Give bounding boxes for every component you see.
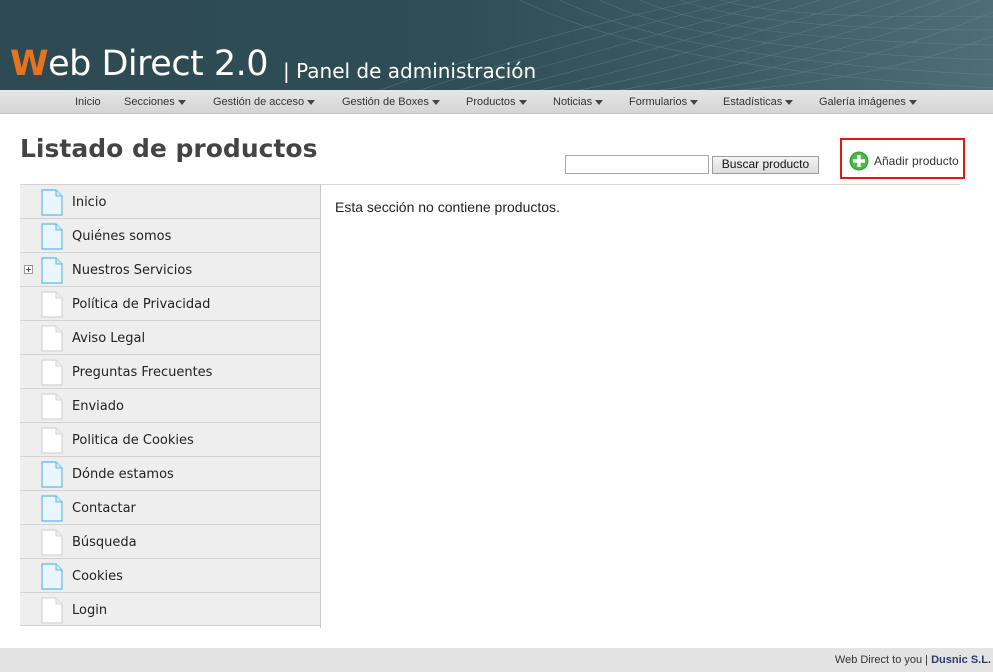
sidebar-item[interactable]: Preguntas Frecuentes bbox=[20, 354, 320, 388]
chevron-down-icon bbox=[690, 99, 699, 105]
header-subtitle: | Panel de administración bbox=[283, 59, 537, 83]
sidebar-item[interactable]: Política de Privacidad bbox=[20, 286, 320, 320]
page-blue-icon bbox=[41, 495, 63, 522]
page-tree: Inicio Quiénes somos Nuestros Servicios Pol… bbox=[20, 184, 321, 628]
sidebar-item-label: Política de Privacidad bbox=[72, 297, 211, 312]
page-blue-icon bbox=[41, 461, 63, 488]
sidebar-item-label: Enviado bbox=[72, 399, 124, 414]
sidebar-item-label: Login bbox=[72, 603, 108, 618]
footer-tagline: Web Direct to you | bbox=[834, 654, 929, 666]
nav-item-inicio[interactable]: Inicio bbox=[75, 90, 101, 114]
sidebar-item-label: Inicio bbox=[72, 195, 107, 210]
nav-item-label: Galería imágenes bbox=[819, 96, 906, 108]
empty-message: Esta sección no contiene productos. bbox=[335, 199, 560, 215]
sidebar-item[interactable]: Dónde estamos bbox=[20, 456, 320, 490]
sidebar-item-label: Contactar bbox=[72, 501, 136, 516]
page-blue-icon bbox=[41, 223, 63, 250]
nav-item-label: Formularios bbox=[629, 96, 688, 108]
sidebar-item[interactable]: Nuestros Servicios bbox=[20, 252, 320, 286]
page-white-icon bbox=[41, 597, 63, 624]
footer-company: Dusnic S.L. bbox=[931, 654, 991, 666]
search-button[interactable]: Buscar producto bbox=[712, 156, 819, 174]
sidebar-item-label: Dónde estamos bbox=[72, 467, 174, 482]
search-input[interactable] bbox=[565, 155, 709, 174]
page-white-icon bbox=[41, 291, 63, 318]
page-white-icon bbox=[41, 393, 63, 420]
expand-icon[interactable] bbox=[24, 265, 33, 274]
chevron-down-icon bbox=[518, 99, 527, 105]
nav-item-label: Estadísticas bbox=[723, 96, 783, 108]
sidebar-item[interactable]: Inicio bbox=[20, 184, 320, 218]
sidebar-item-label: Politica de Cookies bbox=[72, 433, 194, 448]
sidebar-item[interactable]: Aviso Legal bbox=[20, 320, 320, 354]
nav-item-label: Inicio bbox=[75, 96, 101, 108]
nav-item-label: Gestión de Boxes bbox=[342, 96, 429, 108]
logo-first-letter: W bbox=[10, 44, 49, 84]
sidebar-item-label: Preguntas Frecuentes bbox=[72, 365, 213, 380]
sidebar-item[interactable]: Quiénes somos bbox=[20, 218, 320, 252]
page-blue-icon bbox=[41, 563, 63, 590]
nav-item-productos[interactable]: Productos bbox=[466, 90, 527, 114]
sidebar-item-label: Cookies bbox=[72, 569, 123, 584]
add-product-button[interactable]: Añadir producto bbox=[840, 138, 965, 179]
nav-item-label: Productos bbox=[466, 96, 516, 108]
footer: Web Direct to you | Dusnic S.L. bbox=[0, 648, 993, 672]
footer-text: Web Direct to you | Dusnic S.L. bbox=[835, 653, 991, 667]
nav-item-galeria[interactable]: Galería imágenes bbox=[819, 90, 917, 114]
logo-text: eb Direct 2.0 bbox=[48, 44, 269, 84]
sidebar-item[interactable]: Búsqueda bbox=[20, 524, 320, 558]
sidebar-item-label: Búsqueda bbox=[72, 535, 137, 550]
page-title: Listado de productos bbox=[20, 134, 318, 163]
nav-item-label: Gestión de acceso bbox=[213, 96, 305, 108]
sidebar-item-label: Nuestros Servicios bbox=[72, 263, 193, 278]
header-banner: Web Direct 2.0 | Panel de administración bbox=[0, 0, 993, 90]
nav-item-gestion-boxes[interactable]: Gestión de Boxes bbox=[342, 90, 440, 114]
nav-item-formularios[interactable]: Formularios bbox=[629, 90, 699, 114]
sidebar-item[interactable]: Login bbox=[20, 592, 320, 626]
main-nav: Inicio Secciones Gestión de acceso Gesti… bbox=[0, 90, 993, 114]
sidebar-item[interactable]: Enviado bbox=[20, 388, 320, 422]
add-product-label: Añadir producto bbox=[874, 154, 959, 168]
nav-item-gestion-acceso[interactable]: Gestión de acceso bbox=[213, 90, 316, 114]
add-icon bbox=[849, 151, 869, 171]
sidebar-item[interactable]: Cookies bbox=[20, 558, 320, 592]
page-blue-icon bbox=[41, 257, 63, 284]
nav-item-label: Secciones bbox=[124, 96, 175, 108]
chevron-down-icon bbox=[785, 99, 794, 105]
app-logo[interactable]: Web Direct 2.0 bbox=[10, 42, 269, 86]
page-white-icon bbox=[41, 359, 63, 386]
nav-item-noticias[interactable]: Noticias bbox=[553, 90, 604, 114]
chevron-down-icon bbox=[595, 99, 604, 105]
sidebar-item-label: Aviso Legal bbox=[72, 331, 146, 346]
page-white-icon bbox=[41, 529, 63, 556]
page-blue-icon bbox=[41, 189, 63, 216]
chevron-down-icon bbox=[431, 99, 440, 105]
chevron-down-icon bbox=[908, 99, 917, 105]
nav-item-label: Noticias bbox=[553, 96, 593, 108]
page-white-icon bbox=[41, 427, 63, 454]
sidebar-item[interactable]: Contactar bbox=[20, 490, 320, 524]
nav-item-estadisticas[interactable]: Estadísticas bbox=[723, 90, 794, 114]
sidebar-item[interactable]: Politica de Cookies bbox=[20, 422, 320, 456]
content-divider bbox=[320, 184, 960, 185]
chevron-down-icon bbox=[307, 99, 316, 105]
sidebar-item-label: Quiénes somos bbox=[72, 229, 172, 244]
page-white-icon bbox=[41, 325, 63, 352]
chevron-down-icon bbox=[177, 99, 186, 105]
nav-item-secciones[interactable]: Secciones bbox=[124, 90, 186, 114]
